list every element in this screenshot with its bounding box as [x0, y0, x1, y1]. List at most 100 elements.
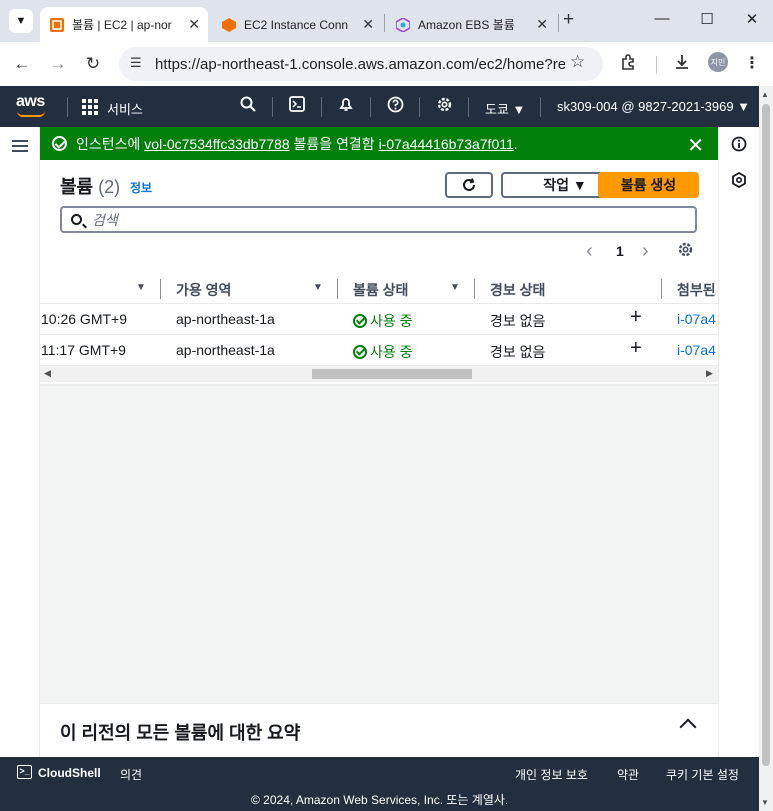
nav-separator: [67, 97, 68, 117]
next-page-icon[interactable]: ›: [642, 240, 649, 263]
scrollbar-thumb[interactable]: [762, 104, 770, 766]
cloudshell-icon[interactable]: >_: [17, 765, 32, 779]
search-input[interactable]: 검색: [60, 206, 697, 233]
scrollbar-thumb[interactable]: [312, 369, 472, 379]
column-header-attached[interactable]: 첨부된: [677, 280, 716, 300]
copyright-text: © 2024, Amazon Web Services, Inc. 또는 계열사…: [251, 793, 509, 807]
attached-instance-link[interactable]: i-07a4: [677, 342, 716, 358]
volume-id-link[interactable]: vol-0c7534ffc33db7788: [144, 136, 289, 152]
search-icon: [71, 214, 82, 225]
close-icon[interactable]: ✕: [687, 133, 704, 158]
profile-avatar[interactable]: 지민: [708, 52, 728, 72]
previous-page-icon[interactable]: ‹: [586, 240, 593, 263]
info-link[interactable]: 정보: [130, 179, 152, 196]
region-summary-panel[interactable]: 이 리전의 모든 볼륨에 대한 요약: [40, 703, 718, 757]
created-time: 10:26 GMT+9: [41, 311, 127, 327]
services-grid-icon[interactable]: [82, 99, 98, 120]
cube-favicon-icon: [222, 17, 236, 32]
browser-tab-bar: ▼ 볼륨 | EC2 | ap-nor ✕ EC2 Instance Conn …: [0, 0, 773, 42]
created-time: 11:17 GMT+9: [41, 342, 126, 358]
right-tools-rail: [718, 127, 759, 757]
menu-kebab-icon[interactable]: ⋮: [741, 53, 763, 73]
tab-amazon-ebs[interactable]: Amazon EBS 볼륨 ✕: [386, 7, 556, 42]
download-icon[interactable]: [671, 53, 693, 76]
terms-link[interactable]: 약관: [617, 766, 639, 783]
add-alarm-plus-icon[interactable]: +: [630, 306, 642, 329]
page-vertical-scrollbar[interactable]: ▲ ▼: [759, 86, 773, 811]
tab-volumes[interactable]: 볼륨 | EC2 | ap-nor ✕: [40, 7, 208, 42]
table-row[interactable]: 11:17 GMT+9 ap-northeast-1a 사용 중 경보 없음 +…: [40, 335, 718, 366]
cloudshell-icon[interactable]: [287, 96, 307, 117]
hamburger-menu-icon[interactable]: [12, 139, 28, 158]
tab-separator: [558, 14, 559, 32]
new-tab-button[interactable]: +: [563, 9, 574, 31]
settings-gear-icon[interactable]: [434, 96, 454, 118]
cookie-preferences-link[interactable]: 쿠키 기본 설정: [666, 766, 739, 783]
add-alarm-plus-icon[interactable]: +: [630, 337, 642, 360]
page-title: 볼륨 (2): [60, 177, 121, 197]
reload-button[interactable]: ↻: [82, 54, 104, 74]
minimize-button[interactable]: —: [652, 10, 672, 27]
tab-title: EC2 Instance Conn: [244, 17, 349, 32]
scroll-right-arrow-icon[interactable]: ▶: [706, 368, 713, 379]
column-header-alarm-status[interactable]: 경보 상태: [490, 280, 545, 300]
aws-logo[interactable]: aws: [16, 93, 45, 111]
privacy-link[interactable]: 개인 정보 보호: [515, 766, 588, 783]
sort-caret-icon[interactable]: ▼: [313, 282, 323, 293]
close-tab-icon[interactable]: ✕: [536, 16, 548, 33]
forward-button[interactable]: →: [47, 54, 69, 74]
feedback-link[interactable]: 의견: [120, 766, 142, 783]
table-row[interactable]: 10:26 GMT+9 ap-northeast-1a 사용 중 경보 없음 +…: [40, 304, 718, 335]
refresh-button[interactable]: [445, 172, 493, 198]
left-navigation-rail: [0, 127, 40, 757]
instance-id-link[interactable]: i-07a44416b73a7f011: [379, 136, 514, 152]
column-header-availability-zone[interactable]: 가용 영역: [176, 280, 231, 300]
services-menu[interactable]: 서비스: [107, 99, 143, 118]
close-window-button[interactable]: ✕: [742, 10, 762, 28]
region-selector[interactable]: 도쿄 ▼: [485, 99, 525, 118]
bookmark-star-icon[interactable]: ☆: [570, 52, 585, 72]
volume-state: 사용 중: [353, 311, 413, 331]
account-menu[interactable]: sk309-004 @ 9827-2021-3969 ▼: [557, 99, 750, 114]
back-button[interactable]: ←: [11, 54, 33, 74]
chevron-up-icon[interactable]: [679, 718, 697, 736]
close-tab-icon[interactable]: ✕: [362, 16, 374, 33]
tab-ec2-instance-connect[interactable]: EC2 Instance Conn ✕: [212, 7, 382, 42]
notifications-bell-icon[interactable]: [336, 96, 356, 117]
extensions-icon[interactable]: [618, 53, 640, 76]
sort-caret-icon[interactable]: ▼: [450, 282, 460, 293]
page-number[interactable]: 1: [616, 243, 624, 259]
table-horizontal-scrollbar[interactable]: ◀ ▶: [40, 366, 718, 382]
column-header-volume-state[interactable]: 볼륨 상태: [353, 280, 408, 300]
refresh-icon: [463, 178, 475, 191]
tab-title: Amazon EBS 볼륨: [418, 18, 515, 32]
maximize-button[interactable]: ☐: [697, 10, 717, 28]
availability-zone: ap-northeast-1a: [176, 311, 275, 327]
table-settings-gear-icon[interactable]: [677, 241, 694, 261]
hexagon-favicon-icon: [396, 17, 410, 32]
column-separator[interactable]: [474, 279, 475, 299]
help-icon[interactable]: [385, 96, 405, 118]
scroll-down-arrow-icon[interactable]: ▼: [761, 798, 769, 807]
scroll-up-arrow-icon[interactable]: ▲: [761, 90, 769, 99]
search-placeholder: 검색: [92, 211, 118, 228]
column-separator[interactable]: [661, 279, 662, 299]
search-icon[interactable]: [238, 96, 258, 117]
close-tab-icon[interactable]: ✕: [188, 16, 200, 33]
address-bar[interactable]: ☰ https://ap-northeast-1.console.aws.ama…: [119, 47, 603, 81]
feedback-hexagon-icon[interactable]: [731, 171, 747, 193]
url-text: https://ap-northeast-1.console.aws.amazo…: [155, 55, 565, 73]
create-volume-button[interactable]: 볼륨 생성: [598, 172, 699, 198]
attached-instance-link[interactable]: i-07a4: [677, 311, 716, 327]
column-separator[interactable]: [160, 279, 161, 299]
pagination: ‹ 1 ›: [580, 240, 720, 264]
scroll-left-arrow-icon[interactable]: ◀: [44, 368, 51, 379]
toolbar-separator: [656, 56, 657, 74]
column-separator[interactable]: [337, 279, 338, 299]
site-info-icon[interactable]: ☰: [130, 55, 142, 71]
sort-caret-icon[interactable]: ▼: [136, 282, 146, 293]
cloudshell-link[interactable]: CloudShell: [38, 766, 101, 780]
tab-list-dropdown-button[interactable]: ▼: [9, 9, 33, 33]
alarm-status: 경보 없음: [490, 344, 546, 360]
info-panel-icon[interactable]: [731, 136, 747, 157]
